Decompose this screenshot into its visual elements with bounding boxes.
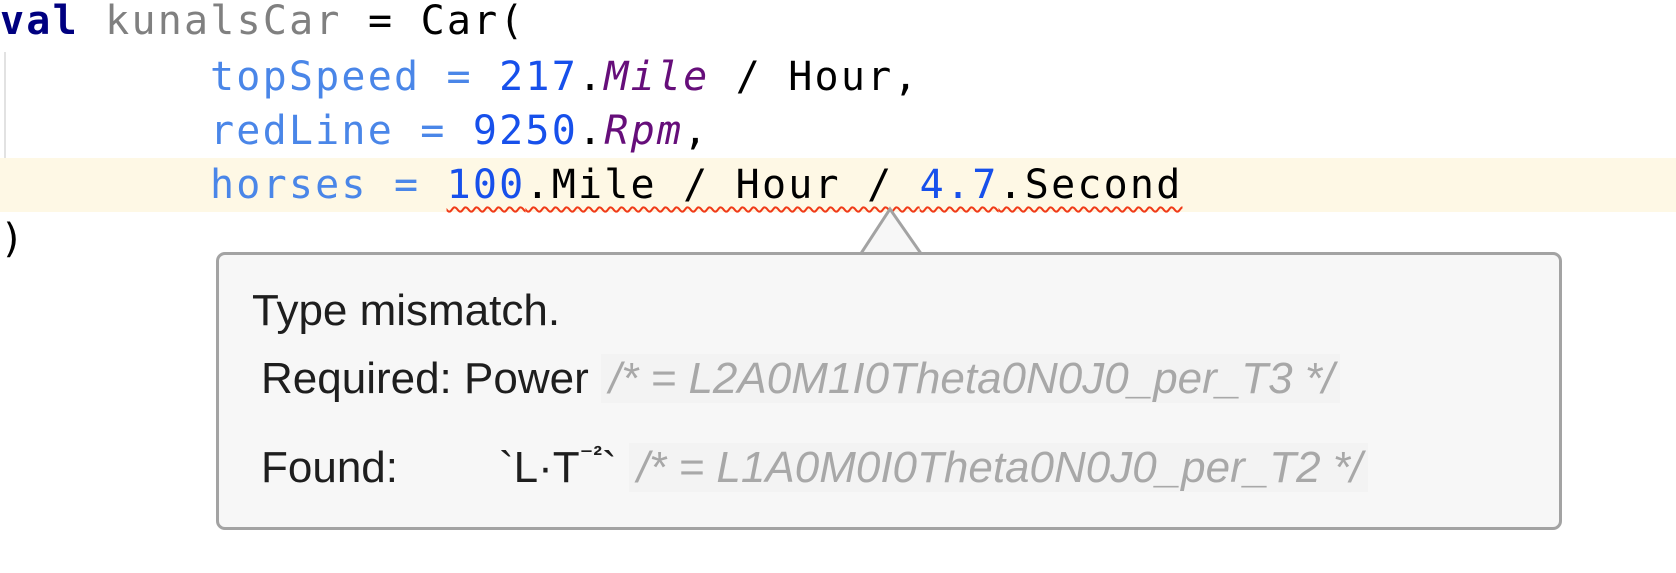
expression-middle: .Mile / Hour / <box>525 162 920 208</box>
named-arg-redline: redLine <box>210 108 394 154</box>
number-literal: 100 <box>446 162 526 208</box>
required-type: Power <box>464 354 589 403</box>
expression-rest: / Hour, <box>709 54 920 100</box>
tooltip-title: Type mismatch. <box>252 286 561 335</box>
equals: = <box>367 162 447 208</box>
found-type-exponent: ⁻² <box>579 440 603 470</box>
error-expression[interactable]: 100.Mile / Hour / 4.7.Second <box>447 162 1183 208</box>
named-arg-horses: horses <box>210 162 368 208</box>
equals: = <box>393 108 473 154</box>
found-type: `L·T⁻²` <box>499 427 617 496</box>
code-editor[interactable]: val kunalsCar = Car( topSpeed = 217.Mile… <box>0 0 1676 573</box>
expression-rest: , <box>683 108 710 154</box>
assign-operator: = <box>341 0 421 44</box>
code-line-4-current[interactable]: horses = 100.Mile / Hour / 4.7.Second <box>0 158 1676 212</box>
tooltip-pointer <box>858 206 924 256</box>
extension-property[interactable]: Rpm <box>604 108 683 154</box>
code-line-3[interactable]: redLine = 9250.Rpm, <box>0 104 1676 158</box>
required-type-comment: /* = L2A0M1I0Theta0N0J0_per_T3 */ <box>600 354 1341 403</box>
required-type-row: Required: Power /* = L2A0M1I0Theta0N0J0_… <box>261 351 1341 407</box>
number-literal: 4.7 <box>919 162 999 208</box>
found-type-row: Found: `L·T⁻²` /* = L1A0M0I0Theta0N0J0_pe… <box>261 427 1369 496</box>
expression-rest: .Second <box>998 162 1183 208</box>
closing-paren: ) <box>0 216 27 262</box>
code-line-2[interactable]: topSpeed = 217.Mile / Hour, <box>0 50 1676 104</box>
found-type-base: `L·T <box>499 443 580 492</box>
found-label: Found: <box>261 443 398 492</box>
number-literal: 9250 <box>472 108 578 154</box>
variable-name[interactable]: kunalsCar <box>105 0 342 44</box>
equals: = <box>420 54 500 100</box>
dot: . <box>577 108 605 154</box>
dot: . <box>577 54 605 100</box>
constructor-call[interactable]: Car( <box>421 0 526 44</box>
named-arg-topspeed: topSpeed <box>210 54 421 100</box>
keyword-val: val <box>0 0 79 44</box>
found-type-comment: /* = L1A0M0I0Theta0N0J0_per_T2 */ <box>628 443 1369 492</box>
number-literal: 217 <box>499 54 578 100</box>
found-type-close: ` <box>602 443 617 492</box>
error-tooltip: Type mismatch. Required: Power /* = L2A0… <box>216 252 1562 530</box>
code-line-1[interactable]: val kunalsCar = Car( <box>0 0 1676 48</box>
extension-property[interactable]: Mile <box>604 54 709 100</box>
required-label: Required: <box>261 354 465 403</box>
